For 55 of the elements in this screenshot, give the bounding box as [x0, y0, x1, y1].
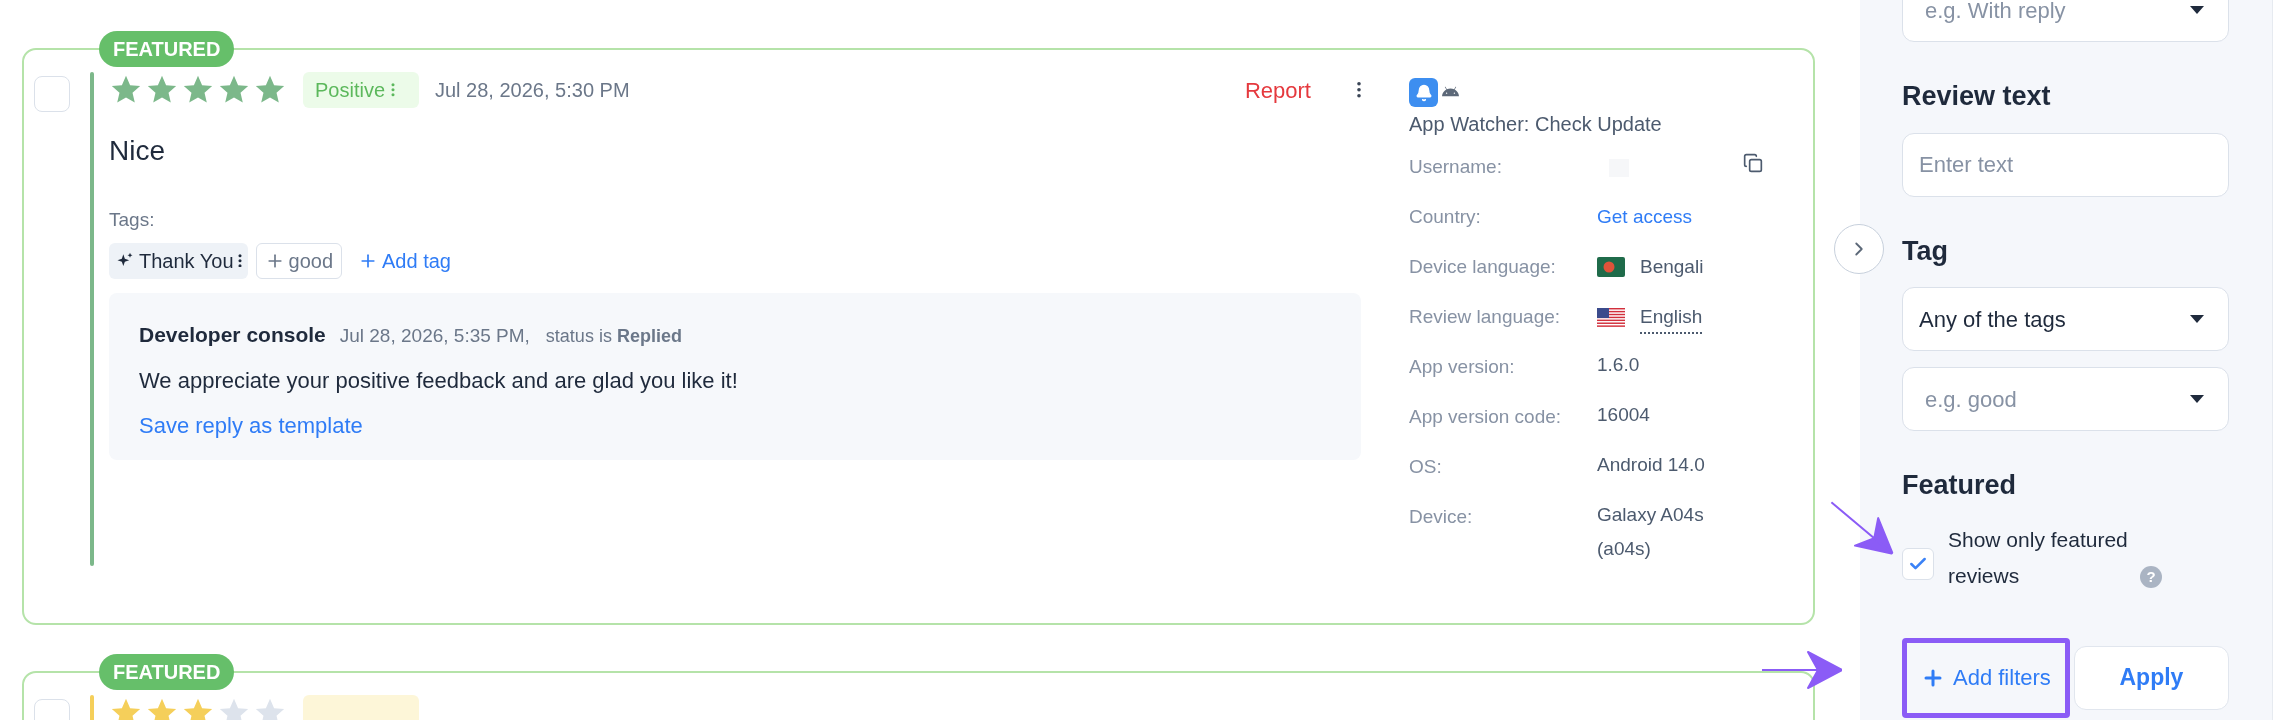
tag-chip[interactable]: Thank You	[109, 242, 248, 279]
app-icon	[1409, 78, 1438, 107]
meta-label: Review language:	[1409, 305, 1562, 329]
help-icon[interactable]: ?	[2140, 565, 2162, 588]
caret-icon	[2190, 6, 2204, 14]
meta-value: 16004	[1597, 403, 1651, 427]
save-template-link[interactable]: Save reply as template	[139, 409, 363, 442]
select-field[interactable]: e.g. With reply	[1902, 0, 2229, 42]
meta-label: Device:	[1409, 505, 1474, 529]
add-tag-link[interactable]: Add tag	[358, 245, 451, 276]
meta-value: Android 14.0	[1597, 453, 1706, 477]
meta-value: Galaxy A04s (a04s)	[1597, 503, 1705, 561]
more-icon	[1357, 80, 1361, 100]
review-date: Jul 28, 2026, 5:30 PM	[435, 78, 630, 103]
flag-icon	[1597, 257, 1625, 278]
tags-label: Tags:	[109, 208, 156, 232]
caret-icon	[2190, 395, 2204, 403]
reply-text: We appreciate your positive feedback and are glad you like it!	[139, 367, 739, 395]
meta-value: Bengali	[1640, 255, 1704, 279]
text-input[interactable]: Enter text	[1902, 132, 2229, 197]
collapse-button[interactable]	[1834, 224, 1884, 274]
checkbox-label: Show only featured reviews	[1948, 526, 2129, 589]
select-checkbox[interactable]	[34, 76, 70, 112]
flag-icon	[1597, 308, 1625, 329]
meta-label: Username:	[1409, 155, 1503, 179]
review-text: Nice	[109, 134, 166, 168]
featured-badge: FEATURED	[99, 654, 235, 690]
copy-icon[interactable]	[1743, 153, 1763, 173]
reply-author: Developer console	[139, 321, 326, 348]
reply-status: status is Replied	[545, 324, 682, 348]
meta-label: App version code:	[1409, 405, 1563, 429]
meta-label: OS:	[1409, 455, 1443, 479]
more-icon	[391, 83, 396, 97]
filter-heading: Featured	[1902, 469, 2018, 502]
apply-button[interactable]: Apply	[2073, 645, 2229, 710]
caret-icon	[2190, 315, 2204, 323]
meta-value: English	[1640, 303, 1703, 334]
meta-label: Country:	[1409, 205, 1482, 229]
sentiment-badge[interactable]: Positive	[303, 72, 419, 108]
meta-label: App version:	[1409, 355, 1516, 379]
featured-badge: FEATURED	[99, 31, 235, 67]
filter-heading: Review text	[1902, 80, 2052, 113]
meta-label: Device language:	[1409, 255, 1557, 279]
more-icon	[237, 253, 242, 268]
select-field[interactable]: Any of the tags	[1902, 287, 2229, 351]
reply-date: Jul 28, 2026, 5:35 PM,	[339, 323, 530, 348]
app-name: App Watcher: Check Update	[1409, 112, 1663, 137]
featured-checkbox[interactable]	[1902, 547, 1934, 580]
filter-heading: Tag	[1902, 234, 1949, 268]
meta-link[interactable]: Get access	[1597, 203, 1693, 232]
report-link[interactable]: Report	[1244, 73, 1311, 107]
meta-value: 1.6.0	[1597, 353, 1641, 377]
select-field[interactable]: e.g. good	[1902, 367, 2229, 431]
add-filters-button[interactable]: Add filters	[1902, 637, 2070, 718]
suggested-tag-chip[interactable]: good	[255, 242, 343, 279]
